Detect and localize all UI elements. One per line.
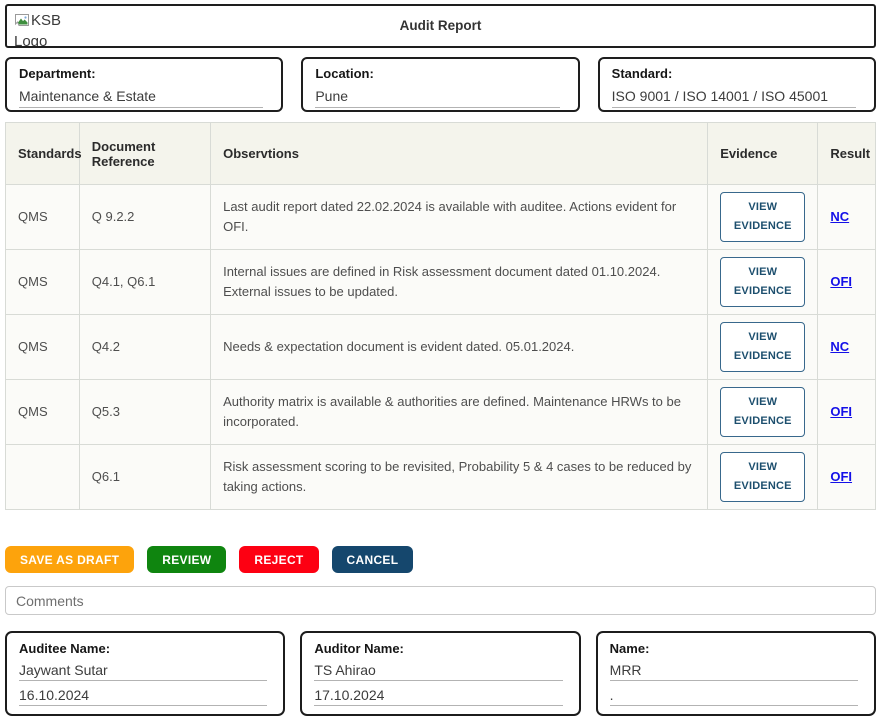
signature-date-value[interactable]: 17.10.2024 <box>314 681 562 706</box>
standard-label: Standard: <box>612 66 862 81</box>
standard-cell: QMS <box>6 185 80 250</box>
col-header-result: Result <box>818 123 876 185</box>
signature-name-value[interactable]: MRR <box>610 656 858 681</box>
report-header: KSB Logo Audit Report <box>5 4 876 48</box>
doc-ref-cell: Q5.3 <box>79 380 210 445</box>
doc-ref-cell: Q6.1 <box>79 445 210 510</box>
result-link[interactable]: NC <box>830 339 849 354</box>
doc-ref-cell: Q 9.2.2 <box>79 185 210 250</box>
result-link[interactable]: OFI <box>830 469 852 484</box>
signature-date-value[interactable]: 16.10.2024 <box>19 681 267 706</box>
signatures-row: Auditee Name: Jaywant Sutar 16.10.2024 A… <box>5 631 876 716</box>
page-title: Audit Report <box>7 6 874 46</box>
observation-cell: Authority matrix is available & authorit… <box>211 380 708 445</box>
audit-table: Standards Document Reference Observtions… <box>5 122 876 510</box>
location-label: Location: <box>315 66 565 81</box>
view-evidence-button[interactable]: VIEW EVIDENCE <box>720 322 805 371</box>
signature-name-value[interactable]: TS Ahirao <box>314 656 562 681</box>
review-button[interactable]: REVIEW <box>147 546 226 573</box>
result-link[interactable]: OFI <box>830 404 852 419</box>
standard-cell <box>6 445 80 510</box>
signature-date-value[interactable]: . <box>610 681 858 706</box>
signature-box: Auditor Name: TS Ahirao 17.10.2024 <box>300 631 580 716</box>
table-row: Q6.1 Risk assessment scoring to be revis… <box>6 445 876 510</box>
department-label: Department: <box>19 66 269 81</box>
info-fields-row: Department: Maintenance & Estate Locatio… <box>5 57 876 112</box>
audit-table-header: Standards Document Reference Observtions… <box>6 123 876 185</box>
table-row: QMS Q 9.2.2 Last audit report dated 22.0… <box>6 185 876 250</box>
table-row: QMS Q4.2 Needs & expectation document is… <box>6 315 876 380</box>
comments-input[interactable] <box>5 586 876 615</box>
col-header-doc-reference: Document Reference <box>79 123 210 185</box>
table-row: QMS Q5.3 Authority matrix is available &… <box>6 380 876 445</box>
result-link[interactable]: NC <box>830 209 849 224</box>
result-cell: OFI <box>818 380 876 445</box>
col-header-evidence: Evidence <box>708 123 818 185</box>
standard-cell: QMS <box>6 315 80 380</box>
department-field: Department: Maintenance & Estate <box>5 57 283 112</box>
result-cell: NC <box>818 185 876 250</box>
signature-name-value[interactable]: Jaywant Sutar <box>19 656 267 681</box>
broken-image-icon <box>14 13 30 27</box>
table-row: QMS Q4.1, Q6.1 Internal issues are defin… <box>6 250 876 315</box>
doc-ref-cell: Q4.2 <box>79 315 210 380</box>
actions-row: SAVE AS DRAFT REVIEW REJECT CANCEL <box>5 546 876 573</box>
signature-label: Auditor Name: <box>314 641 566 656</box>
view-evidence-button[interactable]: VIEW EVIDENCE <box>720 387 805 436</box>
signature-box: Name: MRR . <box>596 631 876 716</box>
observation-cell: Risk assessment scoring to be revisited,… <box>211 445 708 510</box>
signature-label: Name: <box>610 641 862 656</box>
view-evidence-button[interactable]: VIEW EVIDENCE <box>720 257 805 306</box>
col-header-observations: Observtions <box>211 123 708 185</box>
observation-cell: Internal issues are defined in Risk asse… <box>211 250 708 315</box>
doc-ref-cell: Q4.1, Q6.1 <box>79 250 210 315</box>
col-header-standards: Standards <box>6 123 80 185</box>
reject-button[interactable]: REJECT <box>239 546 318 573</box>
standard-cell: QMS <box>6 380 80 445</box>
signature-box: Auditee Name: Jaywant Sutar 16.10.2024 <box>5 631 285 716</box>
department-value[interactable]: Maintenance & Estate <box>19 81 263 108</box>
cancel-button[interactable]: CANCEL <box>332 546 414 573</box>
standard-cell: QMS <box>6 250 80 315</box>
standard-value[interactable]: ISO 9001 / ISO 14001 / ISO 45001 <box>612 81 856 108</box>
view-evidence-button[interactable]: VIEW EVIDENCE <box>720 452 805 501</box>
signature-label: Auditee Name: <box>19 641 271 656</box>
audit-table-body: QMS Q 9.2.2 Last audit report dated 22.0… <box>6 185 876 510</box>
audit-report-page: KSB Logo Audit Report Department: Mainte… <box>0 0 881 716</box>
location-value[interactable]: Pune <box>315 81 559 108</box>
result-cell: OFI <box>818 250 876 315</box>
result-cell: OFI <box>818 445 876 510</box>
location-field: Location: Pune <box>301 57 579 112</box>
result-cell: NC <box>818 315 876 380</box>
standard-field: Standard: ISO 9001 / ISO 14001 / ISO 450… <box>598 57 876 112</box>
observation-cell: Needs & expectation document is evident … <box>211 315 708 380</box>
save-as-draft-button[interactable]: SAVE AS DRAFT <box>5 546 134 573</box>
observation-cell: Last audit report dated 22.02.2024 is av… <box>211 185 708 250</box>
view-evidence-button[interactable]: VIEW EVIDENCE <box>720 192 805 241</box>
result-link[interactable]: OFI <box>830 274 852 289</box>
company-logo: KSB Logo <box>14 10 78 48</box>
